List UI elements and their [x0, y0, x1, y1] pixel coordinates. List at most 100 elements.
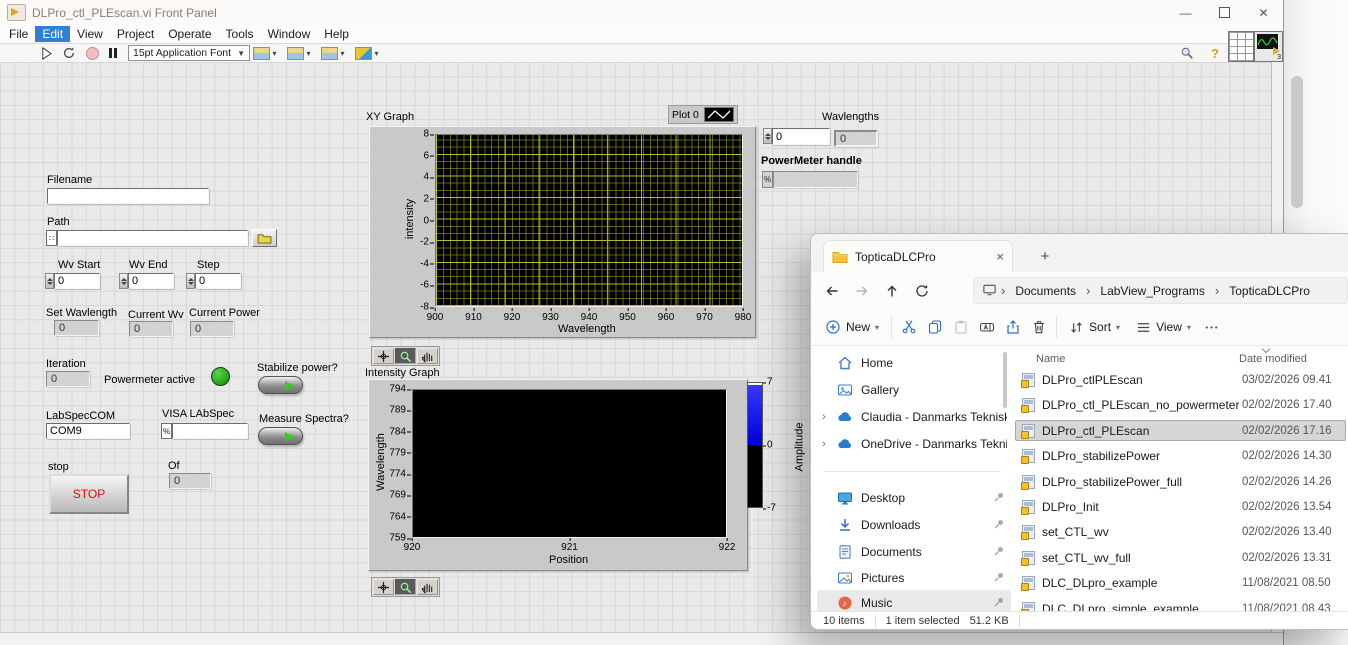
reorder-dropdown[interactable]: ▾ — [352, 44, 382, 62]
panel-bottom-scrollbar[interactable] — [0, 632, 1283, 645]
graph-pan-tool[interactable] — [417, 579, 438, 595]
visa-labspec-input[interactable] — [172, 423, 248, 439]
menu-help[interactable]: Help — [317, 26, 356, 42]
more-button[interactable] — [1199, 314, 1225, 340]
forward-button[interactable] — [847, 277, 877, 305]
graph-cursor-tool[interactable] — [373, 348, 394, 364]
sidebar-item-onedrive[interactable]: › OneDrive - Danmarks Tekniske — [817, 431, 1011, 456]
chevron-right-icon[interactable]: › — [819, 438, 829, 450]
resize-objects-dropdown[interactable]: ▾ — [318, 44, 348, 62]
explorer-tab[interactable]: TopticaDLCPro × — [823, 240, 1013, 272]
file-row[interactable]: DLPro_Init 02/02/2026 13.54 — [1015, 496, 1346, 517]
wavlengths-input[interactable]: 0 — [772, 128, 830, 145]
column-header-date[interactable]: Date modified — [1239, 353, 1307, 365]
amplitude-color-ramp[interactable] — [747, 382, 763, 508]
close-button[interactable]: ✕ — [1244, 0, 1283, 25]
copy-button[interactable] — [922, 314, 948, 340]
file-row[interactable]: DLPro_ctl_PLEscan_no_powermeter 02/02/202… — [1015, 394, 1346, 415]
documents-icon — [837, 544, 853, 560]
file-row[interactable]: DLPro_stabilizePower 02/02/2026 14.30 — [1015, 445, 1346, 466]
menu-edit[interactable]: Edit — [35, 26, 71, 42]
tab-close-icon[interactable]: × — [996, 249, 1004, 264]
view-button[interactable]: View ▾ — [1128, 315, 1199, 340]
new-tab-button[interactable]: + — [1033, 244, 1057, 268]
pause-button[interactable] — [104, 44, 122, 62]
sidebar-item-claudia[interactable]: › Claudia - Danmarks Tekniske U — [817, 404, 1011, 429]
browse-button[interactable] — [252, 229, 277, 247]
run-continuous-button[interactable] — [58, 44, 80, 62]
up-button[interactable] — [877, 277, 907, 305]
graph-zoom-tool[interactable] — [395, 579, 416, 595]
file-row[interactable]: DLPro_stabilizePower_full 02/02/2026 14.2… — [1015, 471, 1346, 492]
intensity-graph-plot-area[interactable] — [412, 389, 727, 538]
new-button[interactable]: New ▾ — [817, 314, 887, 340]
breadcrumb-item[interactable]: Documents — [1009, 282, 1082, 300]
stop-button[interactable]: STOP — [49, 474, 129, 514]
sidebar-item-pictures[interactable]: Pictures — [817, 565, 1011, 590]
distribute-objects-dropdown[interactable]: ▾ — [284, 44, 314, 62]
wv-end-spinner[interactable] — [119, 273, 128, 289]
measure-spectra-toggle[interactable] — [258, 427, 303, 445]
column-header-name[interactable]: Name — [1036, 353, 1065, 365]
menu-tools[interactable]: Tools — [219, 26, 261, 42]
chevron-right-icon[interactable]: › — [819, 411, 829, 423]
graph-cursor-tool[interactable] — [373, 579, 394, 595]
wv-start-input[interactable]: 0 — [54, 273, 100, 289]
sort-button[interactable]: Sort ▾ — [1061, 315, 1128, 340]
vi-icon[interactable]: 3 — [1254, 31, 1283, 62]
file-name: DLPro_ctlPLEscan — [1042, 372, 1143, 387]
graph-pan-tool[interactable] — [417, 348, 438, 364]
share-button[interactable] — [1000, 314, 1026, 340]
visa-io-icon: % — [161, 423, 172, 439]
labspeccom-input[interactable]: COM9 — [46, 423, 130, 439]
alignment-grid-icon[interactable] — [1228, 31, 1254, 62]
search-button[interactable] — [1176, 44, 1198, 62]
step-spinner[interactable] — [186, 273, 195, 289]
font-selector[interactable]: 15pt Application Font ▼ — [128, 45, 250, 61]
cut-button[interactable] — [896, 314, 922, 340]
this-pc-icon[interactable] — [982, 282, 997, 300]
menu-file[interactable]: File — [2, 26, 35, 42]
back-button[interactable] — [817, 277, 847, 305]
delete-button[interactable] — [1026, 314, 1052, 340]
xy-graph-legend[interactable]: Plot 0 — [668, 105, 738, 124]
wavlengths-spinner[interactable] — [763, 128, 772, 144]
stabilize-power-toggle[interactable] — [258, 376, 303, 394]
sidebar-item-downloads[interactable]: Downloads — [817, 512, 1011, 537]
menu-window[interactable]: Window — [261, 26, 318, 42]
rename-button[interactable] — [974, 314, 1000, 340]
graph-zoom-tool[interactable] — [395, 348, 416, 364]
refresh-button[interactable] — [907, 277, 937, 305]
tick-label: 6 — [423, 150, 434, 162]
sidebar-item-desktop[interactable]: Desktop — [817, 485, 1011, 510]
sidebar-item-home[interactable]: Home — [817, 350, 1011, 375]
xy-graph-plot-area[interactable] — [435, 134, 743, 307]
menu-view[interactable]: View — [70, 26, 110, 42]
wv-start-spinner[interactable] — [45, 273, 54, 289]
sidebar-scrollbar[interactable] — [1003, 352, 1007, 408]
file-row[interactable]: set_CTL_wv_full 02/02/2026 13.31 — [1015, 547, 1346, 568]
filename-input[interactable] — [47, 188, 209, 204]
paste-button[interactable] — [948, 314, 974, 340]
align-objects-dropdown[interactable]: ▾ — [250, 44, 280, 62]
menu-operate[interactable]: Operate — [161, 26, 218, 42]
sidebar-item-gallery[interactable]: Gallery — [817, 377, 1011, 402]
menu-project[interactable]: Project — [110, 26, 161, 42]
breadcrumb-item[interactable]: TopticaDLCPro — [1223, 282, 1316, 300]
maximize-icon — [1219, 7, 1230, 18]
sidebar-item-documents[interactable]: Documents — [817, 539, 1011, 564]
minimize-button[interactable]: — — [1166, 0, 1205, 25]
abort-button[interactable] — [82, 44, 102, 62]
file-row[interactable]: DLPro_ctl_PLEscan 02/02/2026 17.16 — [1015, 420, 1346, 441]
step-input[interactable]: 0 — [195, 273, 241, 289]
file-row[interactable]: set_CTL_wv 02/02/2026 13.40 — [1015, 521, 1346, 542]
file-row[interactable]: DLC_DLpro_example 11/08/2021 08.50 — [1015, 572, 1346, 593]
help-button[interactable]: ? — [1206, 44, 1224, 62]
path-input[interactable] — [57, 230, 248, 246]
run-button[interactable] — [36, 44, 56, 62]
breadcrumb-item[interactable]: LabView_Programs — [1094, 282, 1211, 300]
file-row[interactable]: DLPro_ctlPLEscan 03/02/2026 09.41 — [1015, 369, 1346, 390]
maximize-button[interactable] — [1205, 0, 1244, 25]
background-scrollbar[interactable] — [1291, 76, 1303, 208]
wv-end-input[interactable]: 0 — [128, 273, 174, 289]
